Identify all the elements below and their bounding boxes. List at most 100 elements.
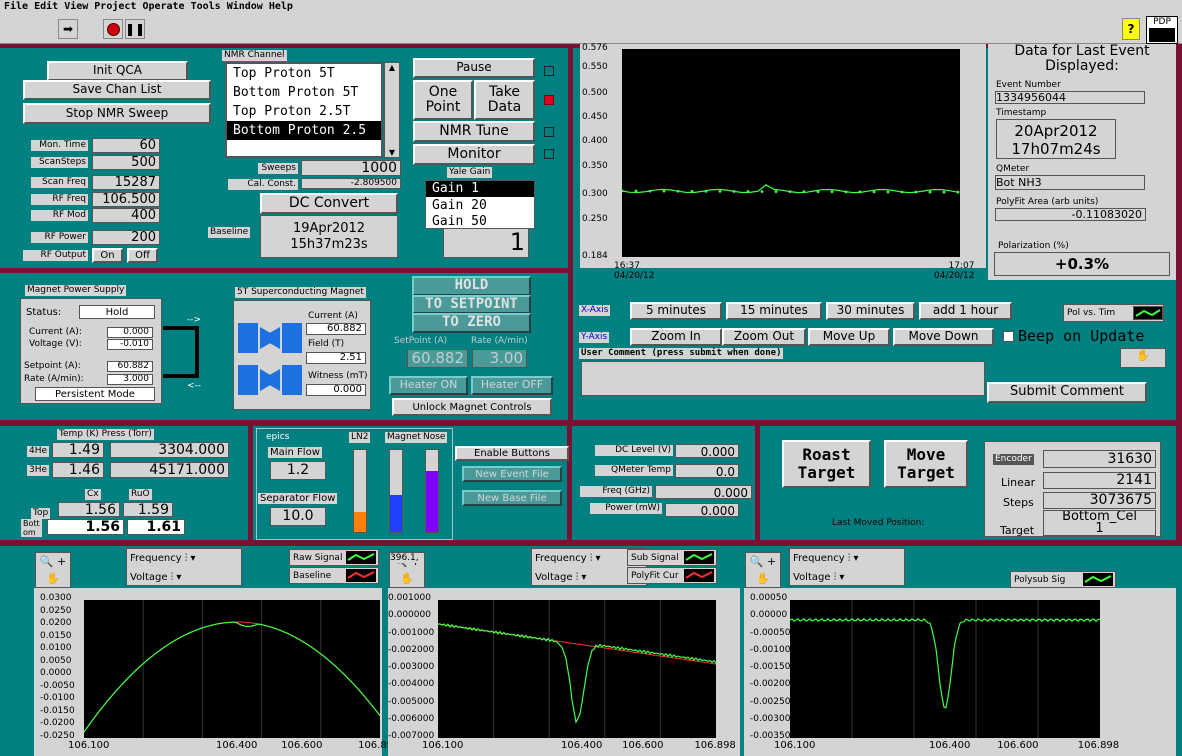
zoom-in-button[interactable]: Zoom In bbox=[630, 328, 722, 346]
unlock-magnet-button[interactable]: Unlock Magnet Controls bbox=[392, 398, 552, 416]
signal-plot-area[interactable] bbox=[83, 600, 381, 738]
enable-buttons-button[interactable]: Enable Buttons bbox=[455, 446, 569, 461]
new-event-file-button[interactable]: New Event File bbox=[462, 466, 562, 482]
rf-power-field[interactable]: 200 bbox=[92, 230, 160, 245]
rf-output-off-button[interactable]: Off bbox=[127, 248, 158, 263]
cal-const-field[interactable]: -2.809500 bbox=[301, 178, 401, 189]
voltage-axis-label[interactable]: Voltage ⫶ ▾ bbox=[130, 568, 241, 587]
pause-icon[interactable]: ❚❚ bbox=[125, 19, 145, 39]
cx-label: Cx bbox=[85, 489, 101, 500]
graph-tool-palette-icon[interactable]: 🔍 + ✋ bbox=[35, 552, 71, 588]
list-item[interactable]: Top Proton 5T bbox=[227, 64, 381, 83]
x-15min-button[interactable]: 15 minutes bbox=[726, 302, 822, 320]
voltage-axis-label[interactable]: Voltage ⫶ ▾ bbox=[793, 568, 904, 587]
rf-output-on-button[interactable]: On bbox=[92, 248, 123, 263]
menu-view[interactable]: View bbox=[64, 1, 88, 12]
rf-freq-field[interactable]: 106.500 bbox=[92, 192, 160, 207]
yale-gain-list[interactable]: Gain 1 Gain 20 Gain 50 bbox=[425, 180, 535, 229]
dc-convert-button[interactable]: DC Convert bbox=[260, 193, 398, 214]
move-up-button[interactable]: Move Up bbox=[808, 328, 890, 346]
hold-button[interactable]: HOLD bbox=[412, 276, 531, 296]
x-tick-label: 106.898 bbox=[694, 740, 736, 751]
comment-input[interactable] bbox=[581, 361, 985, 396]
nmr-tune-button[interactable]: NMR Tune bbox=[413, 121, 535, 142]
list-item[interactable]: Gain 1 bbox=[426, 181, 534, 197]
pause-button[interactable]: Pause bbox=[413, 58, 535, 78]
menu-file[interactable]: File bbox=[4, 1, 28, 12]
menu-project[interactable]: Project bbox=[94, 1, 136, 12]
rf-mod-label: RF Mod bbox=[31, 210, 88, 221]
polarization-plot[interactable] bbox=[620, 49, 960, 257]
help-icon[interactable]: ? bbox=[1122, 18, 1140, 40]
rf-mod-field[interactable]: 400 bbox=[92, 208, 160, 223]
graph-tool-palette-icon[interactable]: 🔍 + ✋ bbox=[745, 552, 781, 588]
beep-checkbox[interactable] bbox=[1003, 331, 1014, 342]
heater-on-button[interactable]: Heater ON bbox=[389, 376, 468, 395]
menu-window[interactable]: Window bbox=[227, 1, 263, 12]
menu-edit[interactable]: Edit bbox=[34, 1, 58, 12]
abort-icon[interactable] bbox=[103, 19, 123, 39]
main-flow-label: Main Flow bbox=[268, 447, 322, 458]
y-tick-label: 0.184 bbox=[582, 251, 608, 261]
frequency-axis-label[interactable]: Frequency ⫶ ▾ bbox=[793, 549, 904, 568]
scan-freq-field[interactable]: 15287 bbox=[92, 175, 160, 190]
timestamp-time: 17h07m24s bbox=[1011, 140, 1101, 158]
bot-cx-field: 1.56 bbox=[47, 519, 124, 535]
list-item[interactable]: Gain 50 bbox=[426, 215, 534, 228]
mon-time-field[interactable]: 60 bbox=[92, 138, 160, 153]
menu-tools[interactable]: Tools bbox=[191, 1, 221, 12]
menu-help[interactable]: Help bbox=[269, 1, 293, 12]
run-arrow-icon[interactable]: ➡ bbox=[58, 19, 78, 39]
rate-ctrl-field[interactable]: 3.00 bbox=[472, 349, 527, 368]
move-target-button[interactable]: Move Target bbox=[884, 440, 968, 488]
sc-current-label: Current (A) bbox=[308, 311, 358, 321]
frequency-axis-label[interactable]: Frequency ⫶ ▾ bbox=[130, 549, 241, 568]
divider bbox=[0, 420, 1182, 426]
sp-field[interactable]: 60.882 bbox=[407, 349, 468, 368]
take-data-button[interactable]: Take Data bbox=[474, 80, 535, 120]
new-base-file-button[interactable]: New Base File bbox=[462, 490, 562, 506]
list-item[interactable]: Bottom Proton 5T bbox=[227, 83, 381, 102]
divider bbox=[755, 426, 760, 540]
x-add-hour-button[interactable]: add 1 hour bbox=[919, 302, 1012, 320]
submit-comment-button[interactable]: Submit Comment bbox=[987, 382, 1147, 403]
menu-operate[interactable]: Operate bbox=[142, 1, 184, 12]
temp-header: Temp (K) Press (Torr) bbox=[57, 429, 154, 440]
nmr-channel-list[interactable]: Top Proton 5T Bottom Proton 5T Top Proto… bbox=[225, 62, 383, 158]
plot-legend-item[interactable]: PolyFit Cur bbox=[627, 567, 717, 584]
to-setpoint-button[interactable]: TO SETPOINT bbox=[412, 295, 531, 314]
nmr-list-scrollbar[interactable]: ▲ ▼ bbox=[384, 62, 400, 158]
x-30min-button[interactable]: 30 minutes bbox=[826, 302, 915, 320]
plot-legend-item[interactable]: Baseline bbox=[289, 567, 379, 584]
event-title: Data for Last Event Displayed: bbox=[1014, 43, 1150, 74]
init-qca-button[interactable]: Init QCA bbox=[47, 61, 188, 81]
list-item[interactable]: Bottom Proton 2.5 bbox=[227, 121, 381, 140]
hand-tool-icon[interactable]: ✋ bbox=[1120, 348, 1166, 368]
heater-off-button[interactable]: Heater OFF bbox=[471, 376, 553, 395]
plot-legend-item[interactable]: Sub Signal bbox=[627, 549, 717, 566]
rate-field[interactable]: 3.000 bbox=[107, 374, 153, 385]
save-chan-list-button[interactable]: Save Chan List bbox=[23, 80, 211, 100]
setpoint-field[interactable]: 60.882 bbox=[107, 361, 153, 372]
axis-format-box[interactable]: Frequency ⫶ ▾ Voltage ⫶ ▾ bbox=[789, 548, 905, 586]
signal-plot-area[interactable] bbox=[437, 600, 717, 738]
roast-target-button[interactable]: Roast Target bbox=[782, 440, 871, 488]
y-tick-label: 0.000000 bbox=[388, 610, 431, 621]
stop-nmr-sweep-button[interactable]: Stop NMR Sweep bbox=[23, 103, 211, 124]
x-5min-button[interactable]: 5 minutes bbox=[630, 302, 722, 320]
plot-legend-item[interactable]: Polysub Sig bbox=[1010, 571, 1116, 588]
plot-legend-item[interactable]: Raw Signal bbox=[289, 549, 379, 566]
signal-plot-area[interactable] bbox=[789, 600, 1101, 738]
persistent-mode-field: Persistent Mode bbox=[35, 387, 155, 401]
list-item[interactable]: Gain 20 bbox=[426, 197, 534, 215]
list-item[interactable]: Top Proton 2.5T bbox=[227, 102, 381, 121]
move-down-button[interactable]: Move Down bbox=[893, 328, 994, 346]
scan-steps-field[interactable]: 500 bbox=[92, 155, 160, 170]
axis-format-box[interactable]: Frequency ⫶ ▾ Voltage ⫶ ▾ bbox=[126, 548, 242, 586]
monitor-button[interactable]: Monitor bbox=[413, 144, 535, 165]
to-zero-button[interactable]: TO ZERO bbox=[412, 313, 531, 333]
one-point-button[interactable]: One Point bbox=[413, 80, 473, 120]
zoom-out-button[interactable]: Zoom Out bbox=[722, 328, 806, 346]
sweeps-field[interactable]: 1000 bbox=[301, 160, 401, 176]
legend-label: PolyFit Cur bbox=[631, 571, 679, 581]
